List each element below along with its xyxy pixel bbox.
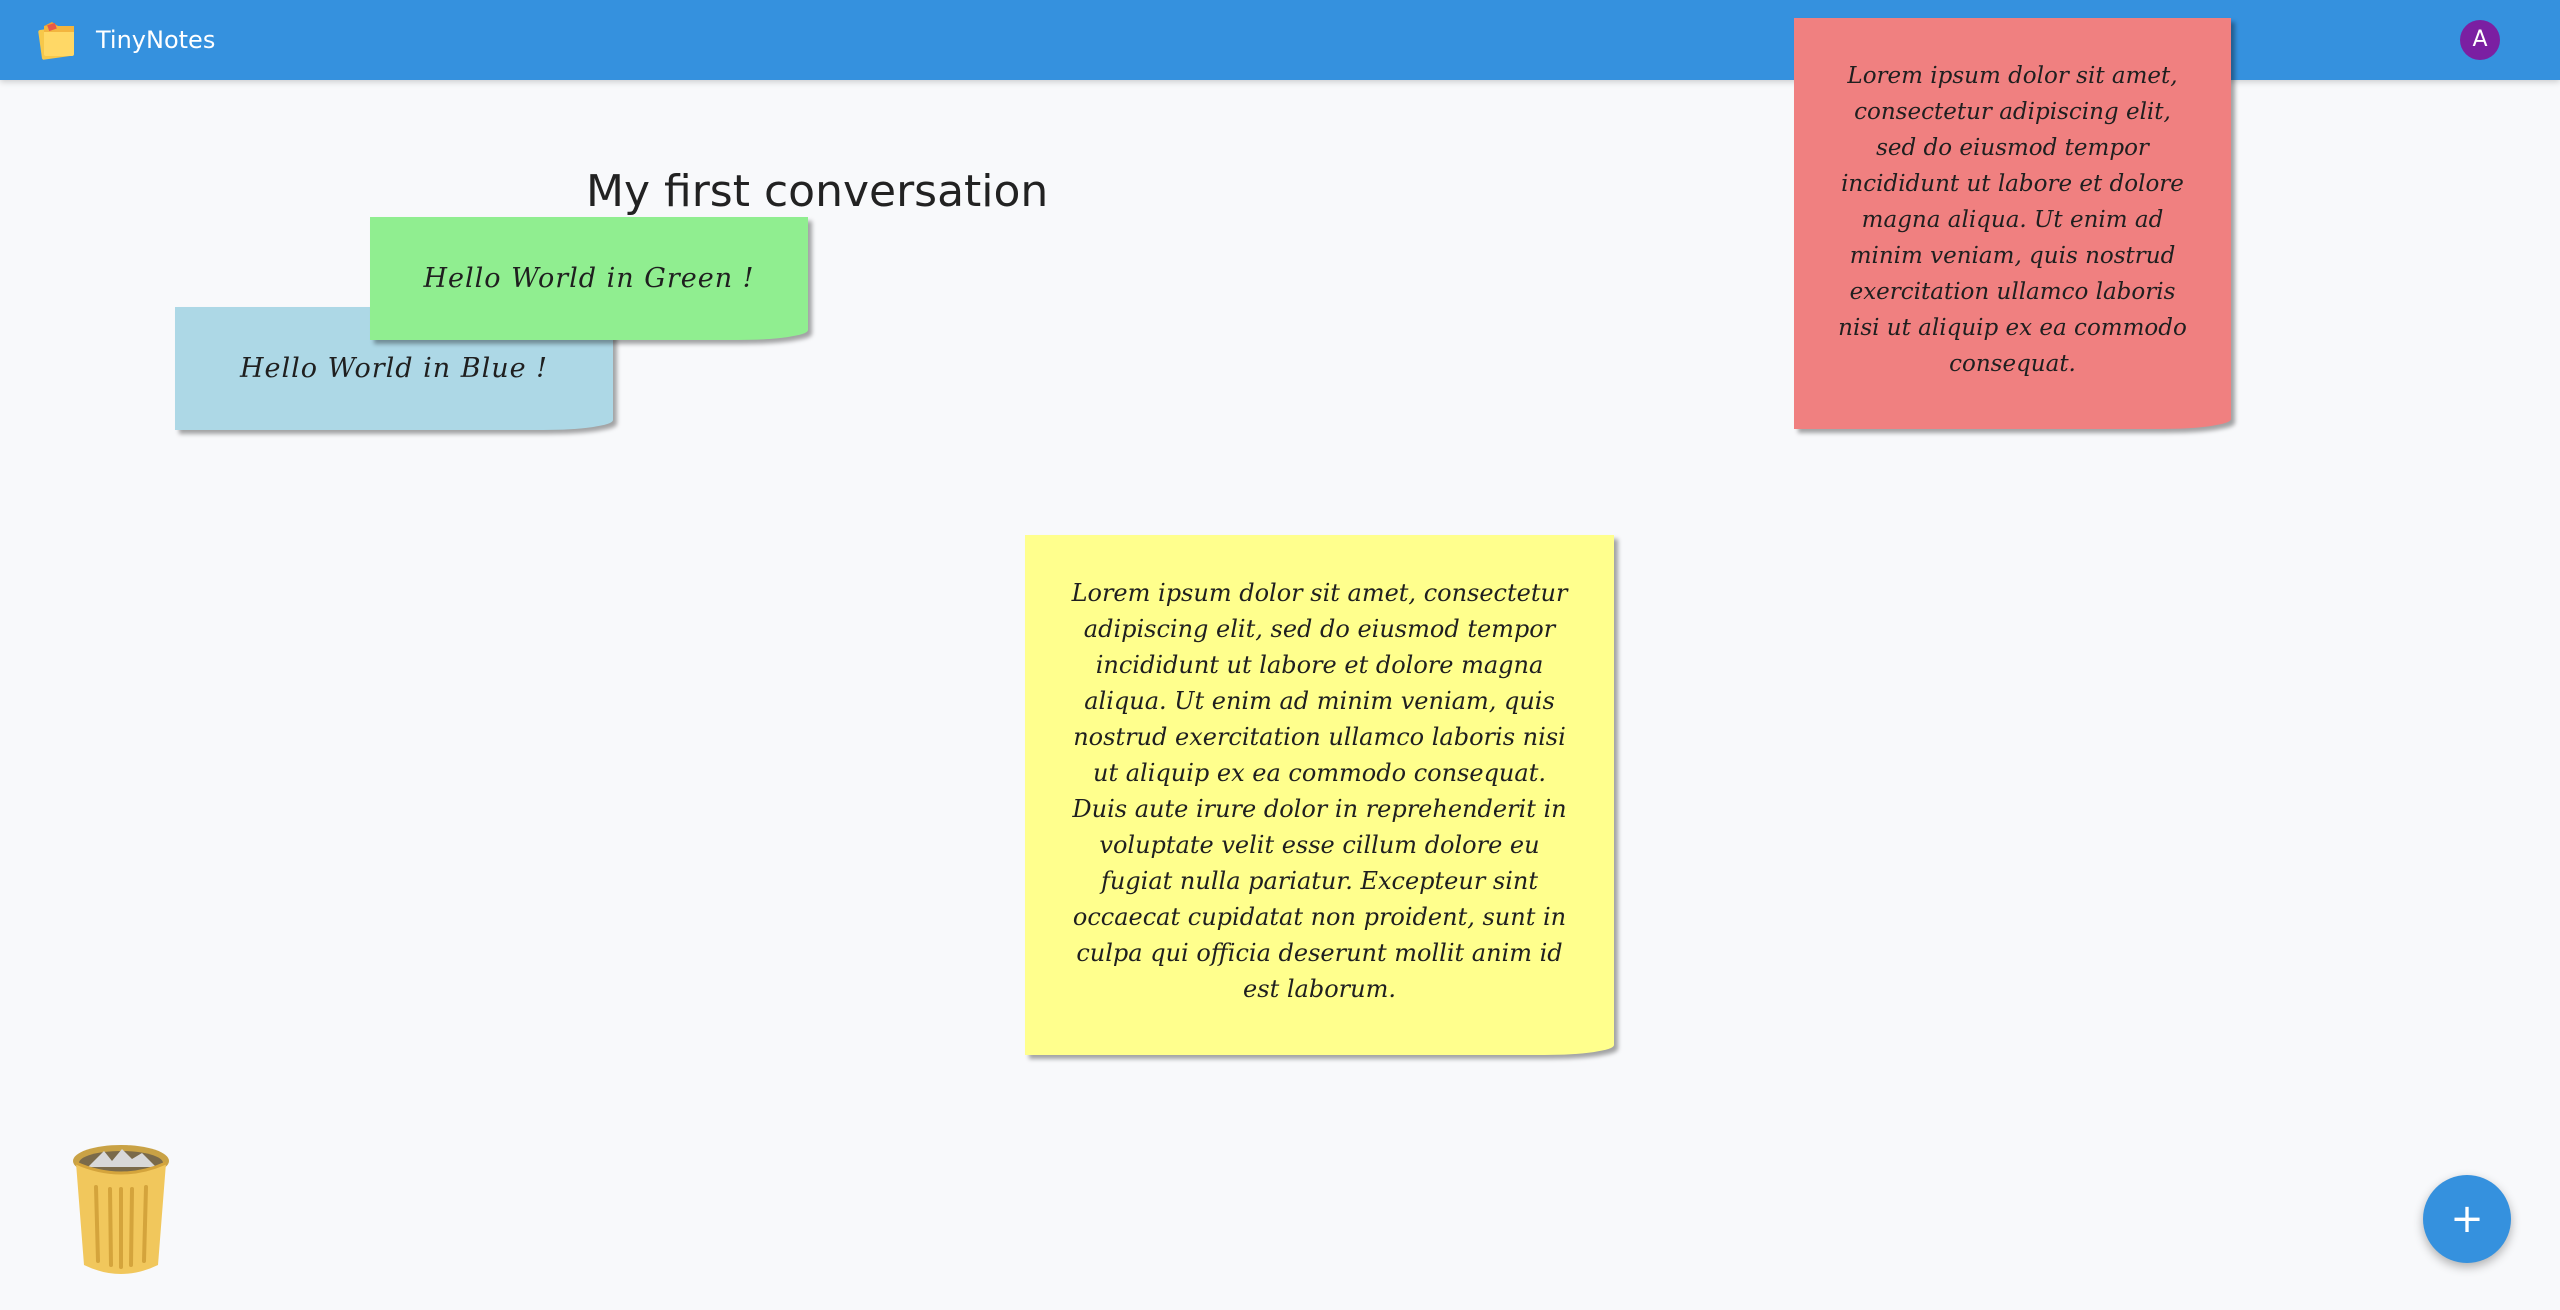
app-title: TinyNotes [96, 26, 216, 54]
note-text: Hello World in Green ! [423, 263, 755, 294]
add-note-button[interactable]: + [2423, 1175, 2511, 1263]
sticky-note-yellow[interactable]: Lorem ipsum dolor sit amet, consectetur … [1025, 535, 1614, 1055]
sticky-notes-icon [38, 22, 74, 60]
note-text: Lorem ipsum dolor sit amet, consectetur … [1838, 63, 2187, 377]
user-avatar[interactable]: A [2460, 20, 2500, 60]
conversation-title: My first conversation [586, 166, 1049, 217]
sticky-note-red[interactable]: Lorem ipsum dolor sit amet, consectetur … [1794, 18, 2231, 429]
sticky-note-green[interactable]: Hello World in Green ! [370, 217, 808, 340]
note-text: Lorem ipsum dolor sit amet, consectetur … [1071, 579, 1568, 1003]
trash-can-icon[interactable] [70, 1143, 172, 1275]
note-text: Hello World in Blue ! [239, 353, 549, 384]
